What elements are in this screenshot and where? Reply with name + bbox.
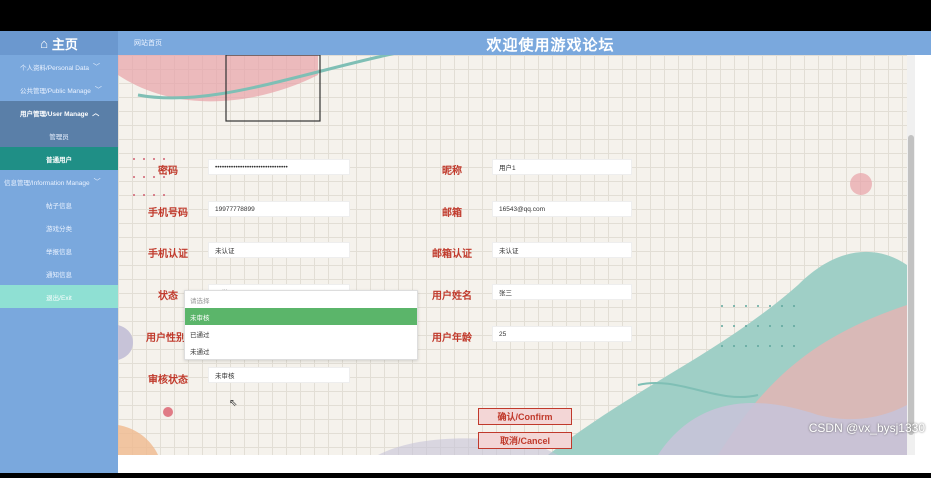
chevron-down-icon: ﹀ — [93, 63, 100, 71]
confirm-button[interactable]: 确认/Confirm — [478, 408, 572, 425]
age-field[interactable]: 25 — [492, 326, 632, 342]
sidebar-item-label: 用户管理/User Manage — [20, 110, 89, 118]
phone-verify-field[interactable]: 未认证 — [208, 242, 350, 258]
email-label: 邮箱 — [442, 208, 462, 219]
top-bar: ⌂ 主页 网站首页 欢迎使用游戏论坛 — [0, 31, 931, 55]
review-status-select[interactable]: 未审核 — [208, 367, 350, 383]
sidebar-item-notices[interactable]: 通知信息 — [0, 262, 118, 285]
sidebar-item-personal-data[interactable]: 个人资料/Personal Data ﹀ — [0, 55, 118, 78]
sidebar-item-label: 帖子信息 — [46, 202, 72, 210]
dropdown-option-placeholder[interactable]: 请选择 — [185, 291, 417, 308]
dropdown-option-approved[interactable]: 已通过 — [185, 325, 417, 342]
sidebar-item-public-manage[interactable]: 公共管理/Public Manage ﹀ — [0, 78, 118, 101]
sidebar-item-information-manage[interactable]: 信息管理/Information Manage ﹀ — [0, 170, 118, 193]
sidebar-item-posts[interactable]: 帖子信息 — [0, 193, 118, 216]
sidebar-item-regular-user[interactable]: 普通用户 — [0, 147, 118, 170]
scrollbar-thumb[interactable] — [908, 135, 914, 435]
chevron-down-icon: ﹀ — [93, 178, 101, 186]
mouse-cursor-icon: ⇖ — [229, 398, 238, 409]
sidebar-item-admin[interactable]: 管理员 — [0, 124, 118, 147]
sidebar-item-label: 管理员 — [49, 133, 69, 141]
real-name-field[interactable]: 张三 — [492, 284, 632, 300]
vertical-scrollbar[interactable] — [907, 55, 915, 455]
chevron-up-icon: ︿ — [92, 109, 100, 117]
sidebar-item-user-manage[interactable]: 用户管理/User Manage ︿ — [0, 101, 118, 124]
email-field[interactable]: 16543@qq.com — [492, 201, 632, 217]
sidebar-item-label: 普通用户 — [46, 156, 72, 164]
chevron-down-icon: ﹀ — [94, 86, 102, 94]
sidebar-item-label: 游戏分类 — [46, 225, 72, 233]
footer-area — [118, 455, 931, 473]
email-verify-label: 邮箱认证 — [432, 249, 472, 260]
sidebar-item-game-category[interactable]: 游戏分类 — [0, 216, 118, 239]
sidebar-item-exit[interactable]: 退出/Exit — [0, 285, 118, 308]
dropdown-option-rejected[interactable]: 未通过 — [185, 342, 417, 359]
sidebar-item-label: 个人资料/Personal Data — [20, 64, 89, 72]
phone-verify-label: 手机认证 — [148, 249, 188, 260]
password-label: 密码 — [158, 166, 178, 177]
sidebar-item-label: 公共管理/Public Manage — [20, 87, 91, 95]
status-label: 状态 — [158, 291, 178, 302]
sidebar-item-label: 通知信息 — [46, 271, 72, 279]
sidebar-item-label: 举报信息 — [46, 248, 72, 256]
nickname-label: 昵称 — [442, 166, 462, 177]
email-verify-field[interactable]: 未认证 — [492, 242, 632, 258]
password-field[interactable]: •••••••••••••••••••••••••••••••• — [208, 159, 350, 175]
review-status-label: 审核状态 — [148, 375, 188, 386]
phone-label: 手机号码 — [148, 208, 188, 219]
sidebar-item-label: 信息管理/Information Manage — [4, 179, 90, 187]
cancel-button[interactable]: 取消/Cancel — [478, 432, 572, 449]
sidebar: 个人资料/Personal Data ﹀ 公共管理/Public Manage ﹀ … — [0, 55, 118, 473]
phone-field[interactable]: 19977778899 — [208, 201, 350, 217]
watermark: CSDN @vx_bysj1330 — [808, 421, 925, 435]
sidebar-item-label: 退出/Exit — [46, 294, 72, 302]
nickname-field[interactable]: 用户1 — [492, 159, 632, 175]
gender-label: 用户性别 — [146, 333, 186, 344]
review-status-dropdown: 请选择 未审核 已通过 未通过 — [184, 290, 418, 360]
sidebar-item-reports[interactable]: 举报信息 — [0, 239, 118, 262]
app-window: ⌂ 主页 网站首页 欢迎使用游戏论坛 个人资料/Personal Data ﹀ 公… — [0, 31, 931, 473]
dropdown-option-pending[interactable]: 未审核 — [185, 308, 417, 325]
page-title: 欢迎使用游戏论坛 — [486, 37, 615, 54]
